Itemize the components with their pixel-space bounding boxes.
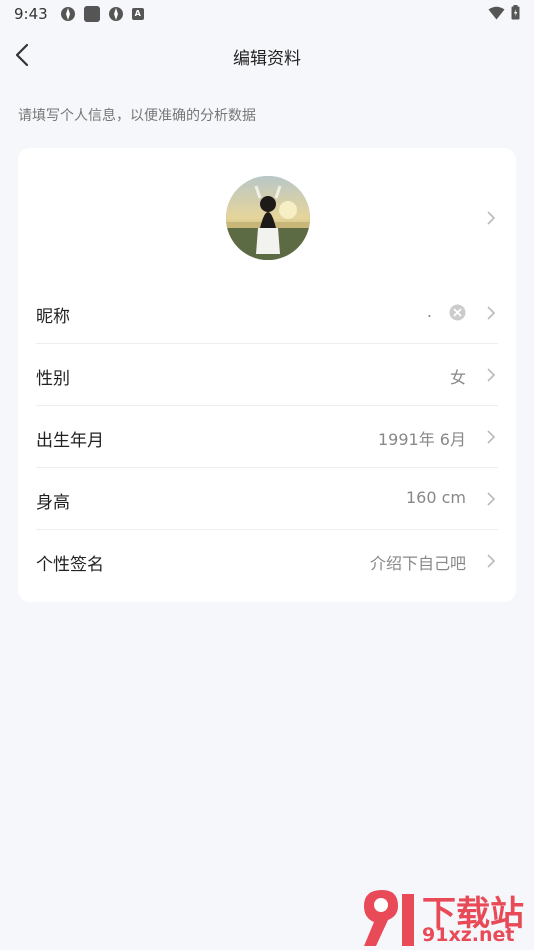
nickname-label: 昵称: [36, 307, 70, 327]
app-notification-icon: [60, 7, 75, 21]
watermark: 下载站 91xz.net: [358, 886, 530, 948]
gender-value: 女: [449, 368, 466, 387]
signature-value: 介绍下自己吧: [369, 554, 466, 573]
chevron-right-icon: [487, 492, 496, 506]
app-square-icon: [83, 6, 100, 22]
signature-label: 个性签名: [36, 555, 104, 575]
app-notification-icon: [108, 7, 123, 21]
avatar-photo: [226, 176, 310, 260]
height-value: 160 cm: [405, 488, 466, 507]
notification-icons: A: [60, 6, 144, 22]
chevron-right-icon: [487, 211, 496, 225]
watermark-logo: [364, 890, 414, 946]
chevron-right-icon: [487, 430, 496, 444]
hint-text: 请填写个人信息，以便准确的分析数据: [18, 108, 256, 124]
nav-bar: 编辑资料: [0, 30, 534, 80]
birth-date-label: 出生年月: [36, 431, 104, 451]
height-label: 身高: [36, 493, 70, 513]
battery-icon: [511, 5, 520, 20]
watermark-url: 91xz.net: [422, 924, 515, 946]
gender-row[interactable]: 性别 女: [36, 344, 498, 406]
a-badge-icon: A: [131, 8, 144, 20]
status-time: 9:43: [14, 5, 48, 23]
avatar[interactable]: [226, 176, 310, 260]
chevron-right-icon: [487, 306, 496, 320]
nickname-value: .: [426, 302, 432, 321]
chevron-right-icon: [487, 368, 496, 382]
profile-card: 昵称 . 性别 女 出生年月 1991年 6月 身高 160 cm 个性签名 介…: [18, 148, 516, 602]
height-row[interactable]: 身高 160 cm: [36, 468, 498, 530]
chevron-right-icon: [487, 554, 496, 568]
system-icons: [488, 5, 520, 20]
gender-label: 性别: [36, 369, 70, 389]
wifi-icon: [488, 6, 505, 19]
signature-row[interactable]: 个性签名 介绍下自己吧: [36, 530, 498, 592]
avatar-row[interactable]: [18, 148, 516, 288]
clear-icon[interactable]: [449, 304, 466, 321]
nickname-row[interactable]: 昵称 .: [36, 282, 498, 344]
status-bar: 9:43 A: [0, 0, 534, 28]
page-title: 编辑资料: [233, 49, 301, 69]
birth-date-row[interactable]: 出生年月 1991年 6月: [36, 406, 498, 468]
birth-date-value: 1991年 6月: [378, 430, 466, 449]
